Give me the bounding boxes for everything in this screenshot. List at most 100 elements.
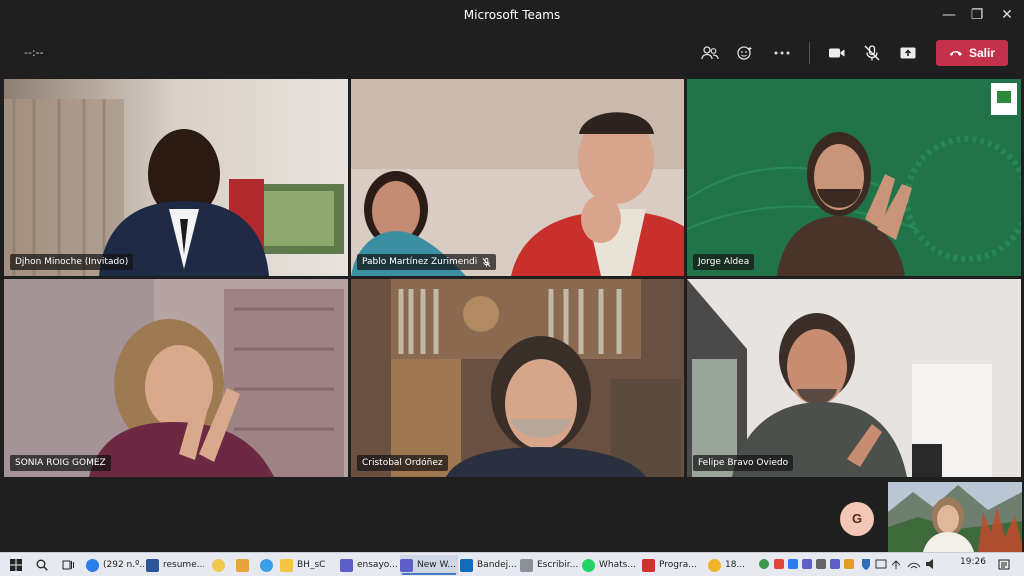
taskbar-app-3[interactable] [208, 555, 228, 575]
temperature: 18... [725, 560, 746, 570]
reaction-icon [737, 46, 752, 60]
teams-icon [400, 558, 413, 572]
windows-logo-icon [10, 559, 22, 571]
taskbar-app-teams-2[interactable]: New W... [400, 555, 458, 575]
participant-video [687, 79, 1021, 276]
participant-name: Djhon Minoche (Invitado) [15, 257, 129, 267]
participant-name-tag: SONIA ROIG GOMEZ [10, 455, 111, 471]
search-icon [36, 559, 48, 571]
taskbar-app-word[interactable]: resume... [146, 555, 204, 575]
video-tile-jorge[interactable]: Jorge Aldea [687, 79, 1021, 276]
taskbar-label: New W... [417, 560, 456, 570]
browser-icon [86, 558, 99, 572]
participant-name: Felipe Bravo Oviedo [698, 458, 789, 468]
participant-video [687, 279, 1021, 477]
participant-video [4, 79, 348, 276]
microphone-muted-icon [864, 45, 880, 61]
participant-name: Jorge Aldea [698, 257, 750, 267]
active-indicator [402, 573, 456, 575]
people-icon [701, 46, 719, 60]
participant-name: Pablo Martínez Zurimendi [362, 257, 478, 267]
taskbar-label: Escribir... [537, 560, 579, 570]
app-icon [235, 558, 249, 572]
close-window-button[interactable]: ✕ [990, 0, 1024, 30]
share-tray-icon [900, 47, 916, 59]
meeting-toolbar: --:-- Salir [0, 30, 1024, 76]
microphone-button[interactable] [858, 40, 886, 66]
start-button[interactable] [6, 555, 26, 575]
hang-up-icon [949, 51, 962, 56]
teams-icon [340, 558, 353, 572]
video-tile-djhon[interactable]: Djhon Minoche (Invitado) [4, 79, 348, 276]
taskbar-app-browser[interactable]: (292 n.º... [86, 555, 144, 575]
taskbar-label: Whats... [599, 560, 636, 570]
taskbar-app-edge[interactable] [256, 555, 276, 575]
taskbar-label: (292 n.º... [103, 560, 144, 570]
word-icon [146, 558, 159, 572]
mail-icon [460, 558, 473, 572]
participant-name-tag: Pablo Martínez Zurimendi [357, 254, 497, 270]
clock[interactable]: 19:26 [960, 557, 986, 567]
video-tile-felipe[interactable]: Felipe Bravo Oviedo [687, 279, 1021, 477]
microphone-muted-icon [482, 257, 491, 267]
edge-icon [259, 558, 273, 572]
pdf-icon [642, 558, 655, 572]
toolbar-divider [809, 42, 810, 64]
task-view-button[interactable] [58, 555, 78, 575]
participant-video [4, 279, 348, 477]
more-actions-button[interactable] [768, 40, 796, 66]
participant-name-tag: Jorge Aldea [693, 254, 755, 270]
taskbar-app-pdf[interactable]: Progra... [642, 555, 700, 575]
participant-video [351, 279, 684, 477]
leave-label: Salir [968, 46, 995, 60]
more-icon [774, 51, 790, 55]
whatsapp-icon [582, 558, 595, 572]
participant-video [351, 79, 684, 276]
taskbar-label: Bandej... [477, 560, 517, 570]
participant-name-tag: Cristobal Ordóñez [357, 455, 448, 471]
taskbar-app-compose[interactable]: Escribir... [520, 555, 580, 575]
participants-button[interactable] [696, 40, 724, 66]
meeting-timer: --:-- [24, 46, 44, 59]
maximize-button[interactable]: ❐ [960, 0, 994, 30]
video-camera-icon [829, 48, 845, 58]
title-bar: Microsoft Teams — ❐ ✕ [0, 0, 1024, 30]
participant-avatar[interactable]: G [840, 502, 874, 536]
reactions-button[interactable] [731, 40, 759, 66]
video-tile-cristobal[interactable]: Cristobal Ordóñez [351, 279, 684, 477]
taskbar-app-folder[interactable]: BH_sC [280, 555, 338, 575]
taskbar-app-4[interactable] [232, 555, 252, 575]
camera-button[interactable] [823, 40, 851, 66]
participant-name-tag: Felipe Bravo Oviedo [693, 455, 794, 471]
taskbar-label: Progra... [659, 560, 697, 570]
task-view-icon [62, 560, 74, 570]
taskbar-app-whatsapp[interactable]: Whats... [582, 555, 640, 575]
taskbar-label: ensayo... [357, 560, 398, 570]
app-icon [211, 558, 225, 572]
weather-cloud-icon [708, 558, 721, 572]
self-view-video[interactable] [888, 482, 1022, 552]
compose-icon [520, 558, 533, 572]
system-tray [758, 557, 958, 573]
taskbar-app-outlook[interactable]: Bandej... [460, 555, 518, 575]
video-tile-sonia[interactable]: SONIA ROIG GOMEZ [4, 279, 348, 477]
video-grid: Djhon Minoche (Invitado) Pablo Martínez … [0, 76, 1024, 480]
notifications-button[interactable] [994, 555, 1014, 575]
tray-icons [759, 559, 933, 570]
taskbar-app-teams-1[interactable]: ensayo... [340, 555, 398, 575]
weather-widget[interactable]: 18... [708, 555, 754, 575]
taskbar-label: resume... [163, 560, 204, 570]
window-title: Microsoft Teams [463, 8, 561, 22]
leave-meeting-button[interactable]: Salir [936, 40, 1008, 66]
participant-name: SONIA ROIG GOMEZ [15, 458, 106, 468]
video-tile-pablo[interactable]: Pablo Martínez Zurimendi [351, 79, 684, 276]
search-button[interactable] [32, 555, 52, 575]
notification-icon [998, 559, 1010, 570]
taskbar-label: BH_sC [297, 560, 326, 570]
participant-name-tag: Djhon Minoche (Invitado) [10, 254, 134, 270]
participant-name: Cristobal Ordóñez [362, 458, 443, 468]
windows-taskbar: (292 n.º... resume... BH_sC ensayo... Ne… [0, 552, 1024, 576]
folder-icon [280, 558, 293, 572]
self-video [888, 482, 1022, 552]
share-screen-button[interactable] [894, 40, 922, 66]
